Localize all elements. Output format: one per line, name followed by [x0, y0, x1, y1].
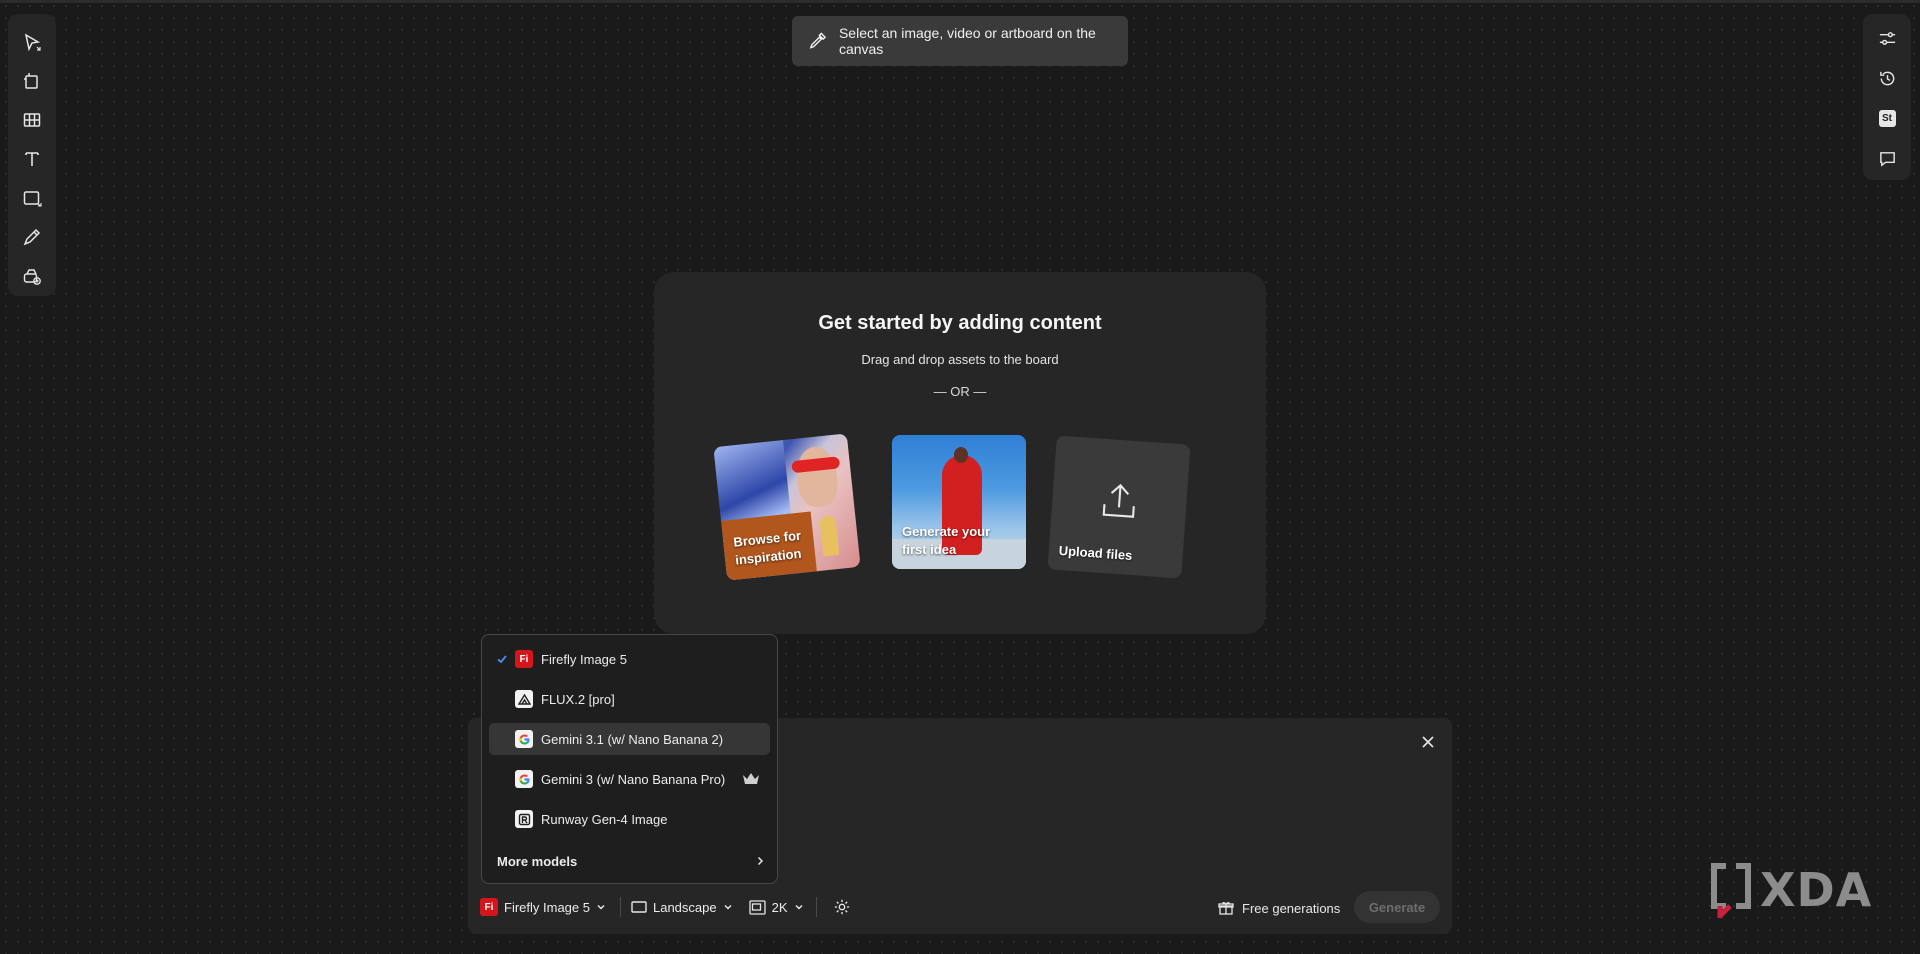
text-tool[interactable]: [12, 139, 52, 178]
upload-tile-label: Upload files: [1058, 542, 1133, 564]
more-models-item[interactable]: More models: [497, 851, 765, 871]
google-icon: [515, 730, 533, 748]
top-border: [0, 0, 1920, 3]
xda-logo-icon: [1711, 863, 1751, 918]
gift-icon: [1218, 902, 1234, 915]
runway-icon: [515, 810, 533, 828]
history-icon: [1879, 71, 1894, 85]
generate-icon: [23, 269, 41, 286]
resolution-label: 2K: [771, 899, 788, 915]
adjust-button[interactable]: [1867, 18, 1907, 58]
left-toolbar: [8, 14, 56, 296]
chevron-down-icon: [597, 904, 605, 910]
text-icon: [25, 152, 39, 166]
pen-icon: [23, 229, 41, 246]
upload-icon: [1102, 483, 1135, 518]
or-divider: — OR —: [933, 384, 987, 399]
toolbar-divider: [619, 897, 621, 917]
xda-watermark-text: XDA: [1760, 863, 1873, 917]
stock-icon: St: [1878, 109, 1896, 127]
model-selector[interactable]: Fi Firefly Image 5: [480, 892, 606, 922]
artboard-tool[interactable]: [12, 61, 52, 100]
flux-icon: [515, 690, 533, 708]
canvas-hint: Select an image, video or artboard on th…: [792, 16, 1128, 66]
pen-tool[interactable]: [12, 218, 52, 257]
aspect-ratio-label: Landscape: [652, 899, 717, 915]
model-option-label: Runway Gen-4 Image: [541, 811, 668, 827]
model-option-label: Gemini 3 (w/ Nano Banana Pro): [541, 771, 726, 787]
resolution-selector[interactable]: 2K: [748, 892, 804, 922]
select-icon: [24, 33, 41, 51]
generate-label-line2: first idea: [902, 542, 957, 557]
generate-button[interactable]: Generate: [1354, 891, 1440, 923]
generate-idea-tile[interactable]: Generate your first idea: [892, 435, 1026, 569]
model-option-label: FLUX.2 [pro]: [541, 691, 615, 707]
history-button[interactable]: [1867, 58, 1907, 98]
resolution-icon: [748, 899, 766, 915]
generate-tile-label: Generate your first idea: [902, 523, 990, 559]
get-started-subtitle: Drag and drop assets to the board: [861, 352, 1059, 367]
model-option-flux-2-pro[interactable]: FLUX.2 [pro]: [489, 683, 770, 715]
select-tool[interactable]: [12, 22, 52, 61]
google-icon: [515, 770, 533, 788]
free-generations-label: Free generations: [1242, 900, 1341, 916]
generate-label-line1: Generate your: [902, 524, 991, 539]
checkmark-icon: [497, 655, 507, 664]
adjust-icon: [1879, 31, 1895, 45]
free-generations[interactable]: Free generations: [1218, 893, 1340, 923]
upload-files-tile[interactable]: Upload files: [1047, 435, 1191, 579]
firefly-icon: Fi: [480, 898, 498, 916]
xda-watermark: XDA: [1708, 862, 1872, 918]
canvas-hint-text: Select an image, video or artboard on th…: [838, 25, 1096, 57]
right-toolbar: St: [1863, 14, 1911, 180]
model-dropdown-menu: Fi Firefly Image 5 FLUX.2 [pro] Gemini 3…: [481, 634, 778, 884]
model-option-firefly-image-5[interactable]: Fi Firefly Image 5: [489, 643, 770, 675]
model-option-label: Firefly Image 5: [541, 651, 627, 667]
comment-icon: [1879, 151, 1895, 167]
get-started-title: Get started by adding content: [818, 312, 1102, 334]
landscape-icon: [631, 901, 647, 913]
browse-thumbnail-popsicle: [819, 515, 840, 557]
generate-thumbnail-head: [954, 447, 968, 463]
artboard-icon: [24, 72, 38, 89]
rectangle-tool[interactable]: [12, 179, 52, 218]
model-option-label: Gemini 3.1 (w/ Nano Banana 2): [541, 731, 724, 747]
chevron-right-icon: [757, 856, 764, 866]
close-panel-button[interactable]: [1418, 732, 1438, 752]
model-selector-label: Firefly Image 5: [504, 899, 590, 915]
get-started-card: Get started by adding content Drag and d…: [654, 272, 1266, 634]
generation-options-bar: Fi Firefly Image 5 Landscape 2K: [480, 892, 851, 922]
grid-tool[interactable]: [12, 100, 52, 139]
chevron-down-icon: [794, 904, 803, 910]
grid-icon: [23, 113, 41, 127]
settings-icon: [834, 899, 849, 915]
rectangle-icon: [23, 191, 42, 207]
toolbar-divider: [815, 897, 817, 917]
settings-button[interactable]: [833, 892, 851, 922]
browse-thumbnail-face: [793, 444, 841, 509]
browse-inspiration-tile[interactable]: Browse for inspiration: [713, 433, 861, 581]
model-option-runway-gen-4[interactable]: Runway Gen-4 Image: [489, 803, 770, 835]
comment-button[interactable]: [1867, 138, 1907, 178]
model-option-gemini-3-1[interactable]: Gemini 3.1 (w/ Nano Banana 2): [489, 723, 770, 755]
eyedropper-icon: [809, 32, 827, 49]
close-icon: [1422, 736, 1434, 748]
aspect-ratio-selector[interactable]: Landscape: [631, 892, 733, 922]
firefly-icon: Fi: [515, 650, 533, 668]
stock-button[interactable]: St: [1867, 98, 1907, 138]
chevron-down-icon: [724, 904, 732, 910]
more-models-label: More models: [497, 853, 578, 869]
crown-icon: [743, 773, 759, 784]
model-option-gemini-3[interactable]: Gemini 3 (w/ Nano Banana Pro): [489, 763, 770, 795]
generate-tool[interactable]: [12, 257, 52, 296]
browse-tile-label: Browse for inspiration: [733, 527, 804, 570]
